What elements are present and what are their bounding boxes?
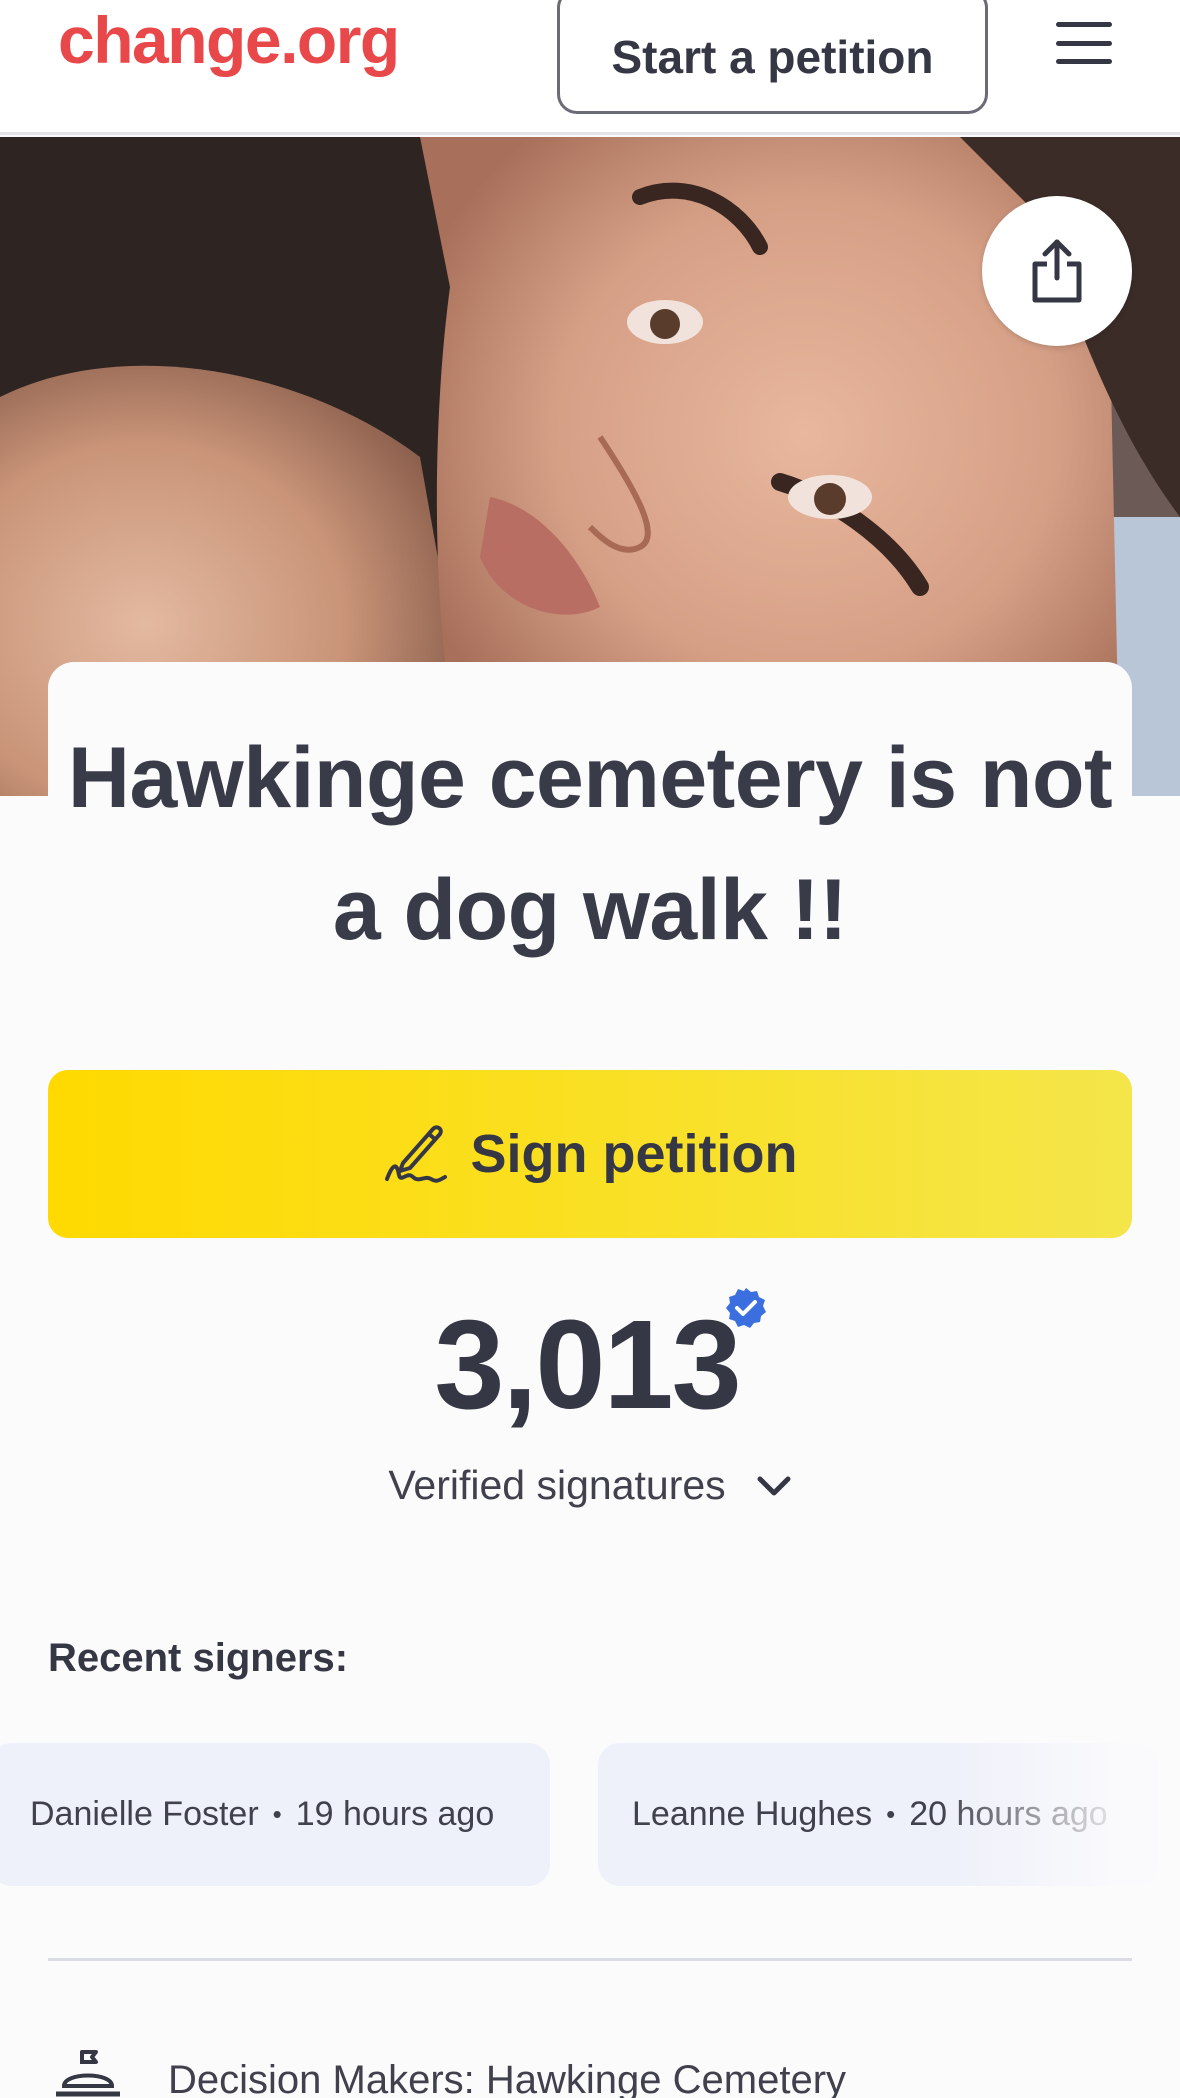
signer-time: 20 hours ago xyxy=(909,1795,1108,1833)
recent-signer-chip: Danielle Foster • 19 hours ago xyxy=(0,1743,550,1886)
start-petition-button[interactable]: Start a petition xyxy=(557,0,988,114)
separator-dot: • xyxy=(272,1799,282,1829)
recent-signer-chip: Leanne Hughes • 20 hours ago xyxy=(598,1743,1158,1886)
separator-dot: • xyxy=(886,1799,896,1829)
change-org-logo[interactable]: change.org xyxy=(58,2,400,78)
signature-count: 3,013 xyxy=(434,1294,741,1435)
signature-pen-icon xyxy=(384,1125,447,1183)
verified-signatures-label: Verified signatures xyxy=(388,1462,726,1508)
recent-signers-heading: Recent signers: xyxy=(48,1636,349,1680)
decision-maker-icon xyxy=(56,2050,120,2097)
petition-title: Hawkinge cemetery is not a dog walk !! xyxy=(67,730,1113,958)
verified-signatures-toggle[interactable]: Verified signatures xyxy=(0,1462,1180,1509)
decision-makers-text: Decision Makers: Hawkinge Cemetery xyxy=(168,2058,847,2098)
sign-petition-button[interactable]: Sign petition xyxy=(48,1070,1132,1238)
chevron-down-icon xyxy=(757,1476,791,1495)
section-divider xyxy=(48,1958,1132,1961)
share-button[interactable] xyxy=(982,196,1132,346)
signer-name: Leanne Hughes xyxy=(632,1795,873,1833)
share-icon xyxy=(1032,239,1082,303)
sign-petition-label: Sign petition xyxy=(470,1124,798,1184)
signer-name: Danielle Foster xyxy=(30,1795,259,1833)
hamburger-menu-icon[interactable] xyxy=(1056,22,1112,64)
verified-badge-icon xyxy=(726,1288,766,1328)
top-navigation-bar: change.org Start a petition xyxy=(0,0,1180,135)
signer-time: 19 hours ago xyxy=(295,1795,495,1833)
